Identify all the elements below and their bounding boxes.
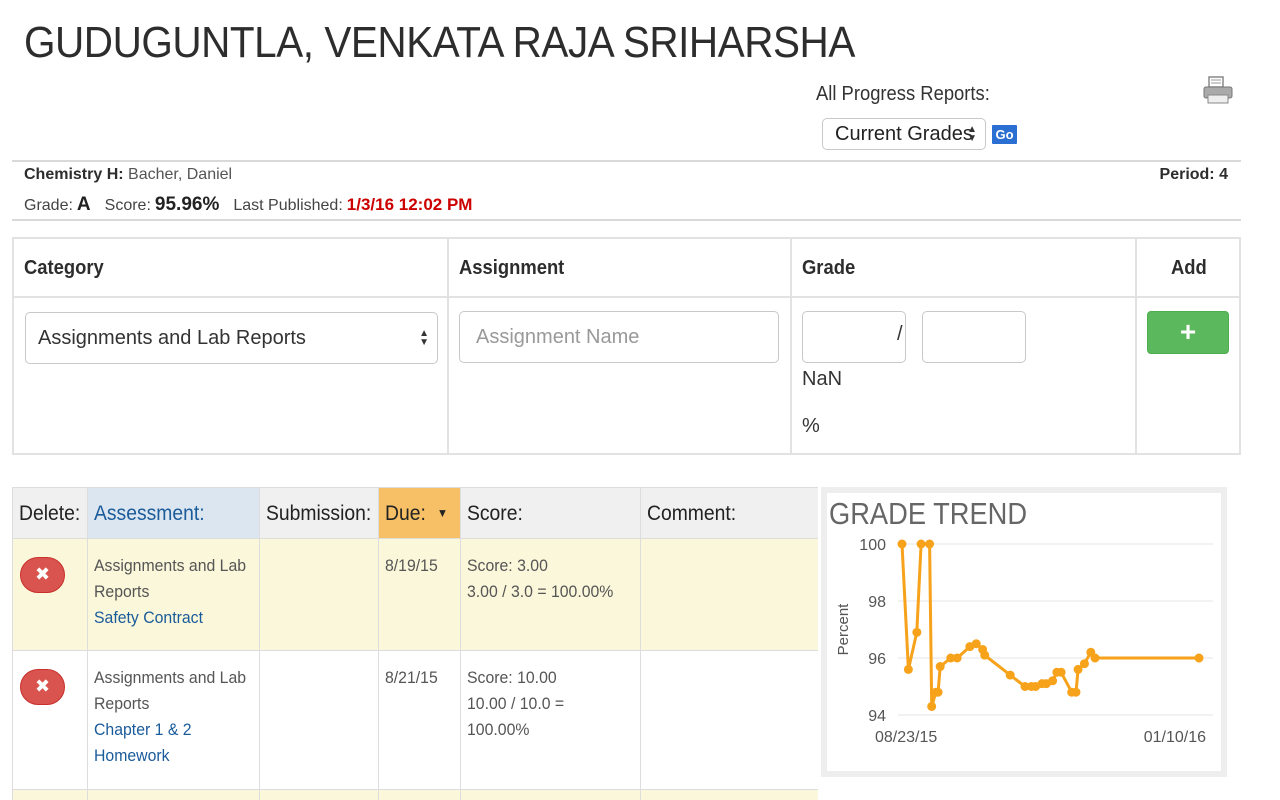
- assessment-name-link[interactable]: Chapter 1 & 2 Homework: [94, 717, 206, 769]
- sort-desc-icon: ▼: [437, 506, 449, 520]
- comment-column-header[interactable]: Comment:: [641, 487, 818, 539]
- y-tick-label: 96: [868, 651, 886, 668]
- progress-reports-label: All Progress Reports:: [816, 83, 990, 105]
- score-value: Score: 10.00: [467, 668, 557, 687]
- submission-cell: [260, 539, 379, 650]
- data-point: [1079, 659, 1089, 669]
- x-tick-label: 08/23/15: [875, 729, 937, 746]
- table-row: [13, 790, 818, 800]
- data-point: [903, 664, 913, 674]
- submission-cell: [260, 651, 379, 789]
- data-point: [980, 650, 990, 660]
- data-point: [925, 539, 935, 549]
- points-earned-input[interactable]: [802, 311, 906, 363]
- period: Period: 4: [1160, 166, 1228, 184]
- close-icon: ✖: [34, 564, 51, 584]
- add-assignment-button[interactable]: +: [1147, 311, 1229, 354]
- assignment-header: Assignment: [459, 257, 565, 279]
- period-label: Period:: [1159, 166, 1215, 183]
- close-icon: ✖: [34, 676, 51, 696]
- score-percent: 95.96%: [154, 194, 220, 215]
- data-point: [1005, 670, 1015, 680]
- score-column-header[interactable]: Score:: [461, 487, 641, 539]
- score-label: Score:: [104, 197, 151, 214]
- published-date: 1/3/16 12:02 PM: [346, 195, 473, 214]
- grade-trend-title: GRADE TREND: [829, 496, 1028, 531]
- data-point: [927, 701, 937, 711]
- assessments-table: Delete: Assessment: Submission: Due: ▼ Sc…: [12, 487, 818, 800]
- data-point: [916, 539, 926, 549]
- percent-sign: %: [802, 415, 820, 437]
- comment-cell: [641, 539, 818, 650]
- print-icon[interactable]: [1202, 76, 1234, 106]
- add-header: Add: [1171, 257, 1207, 279]
- select-arrows-icon: ▲ ▼: [419, 328, 429, 348]
- delete-button[interactable]: ✖: [20, 669, 65, 705]
- table-row: ✖ Assignments and Lab Reports Safety Con…: [13, 539, 818, 651]
- x-tick-label: 01/10/16: [1144, 729, 1206, 746]
- delete-column-header: Delete:: [13, 487, 88, 539]
- course-name: Chemistry H:: [24, 166, 124, 183]
- category-selected: Assignments and Lab Reports: [38, 327, 306, 349]
- assessment-column-header[interactable]: Assessment:: [88, 487, 260, 539]
- published-label: Last Published:: [233, 197, 343, 214]
- data-point: [1056, 667, 1066, 677]
- grade-header: Grade: [802, 257, 856, 279]
- divider: [12, 160, 1241, 162]
- y-axis-label: Percent: [835, 603, 852, 656]
- plus-icon: +: [1179, 316, 1197, 347]
- points-possible-input[interactable]: [922, 311, 1026, 363]
- category-header: Category: [24, 257, 104, 279]
- grade-summary: Grade: A Score: 95.96% Last Published: 1/3/16…: [24, 194, 472, 216]
- grade-letter: A: [76, 194, 91, 215]
- score-calculation: 10.00 / 10.0 = 100.00%: [467, 694, 565, 739]
- data-point: [912, 627, 922, 637]
- go-button[interactable]: Go: [992, 125, 1017, 144]
- due-date: 8/21/15: [385, 668, 438, 687]
- category-select[interactable]: Assignments and Lab Reports ▲ ▼: [25, 312, 438, 364]
- delete-button[interactable]: ✖: [20, 557, 65, 593]
- submission-column-header[interactable]: Submission:: [260, 487, 379, 539]
- y-tick-label: 100: [859, 537, 886, 554]
- data-point: [1071, 687, 1081, 697]
- progress-report-selected: Current Grades: [835, 123, 973, 145]
- y-tick-label: 94: [868, 708, 886, 725]
- data-point: [1194, 653, 1204, 663]
- assessment-category: Assignments and Lab Reports: [94, 668, 247, 713]
- progress-report-select[interactable]: Current Grades ▲ ▼: [822, 118, 986, 150]
- data-point: [933, 687, 943, 697]
- score-value: Score: 3.00: [467, 556, 548, 575]
- points-slash: /: [897, 323, 903, 345]
- select-arrows-icon: ▲ ▼: [967, 124, 977, 144]
- data-point: [952, 653, 962, 663]
- score-calculation: 3.00 / 3.0 = 100.00%: [467, 582, 614, 601]
- data-point: [935, 662, 945, 672]
- due-date: 8/19/15: [385, 556, 438, 575]
- assessment-name-link[interactable]: Safety Contract: [94, 605, 203, 631]
- data-point: [1090, 653, 1100, 663]
- comment-cell: [641, 651, 818, 789]
- assignment-name-input[interactable]: [459, 311, 779, 363]
- data-point: [1048, 676, 1058, 686]
- student-name: GUDUGUNTLA, VENKATA RAJA SRIHARSHA: [24, 18, 855, 67]
- data-point: [897, 539, 907, 549]
- computed-grade: NaN: [802, 368, 843, 390]
- period-value: 4: [1219, 166, 1228, 183]
- due-column-header[interactable]: Due: ▼: [379, 487, 461, 539]
- teacher-name: Bacher, Daniel: [128, 166, 233, 183]
- y-tick-label: 98: [868, 594, 886, 611]
- assessment-category: Assignments and Lab Reports: [94, 556, 247, 601]
- class-info: Chemistry H: Bacher, Daniel: [24, 166, 232, 184]
- table-row: ✖ Assignments and Lab Reports Chapter 1 …: [13, 651, 818, 790]
- grade-label: Grade:: [24, 197, 73, 214]
- divider: [12, 219, 1241, 221]
